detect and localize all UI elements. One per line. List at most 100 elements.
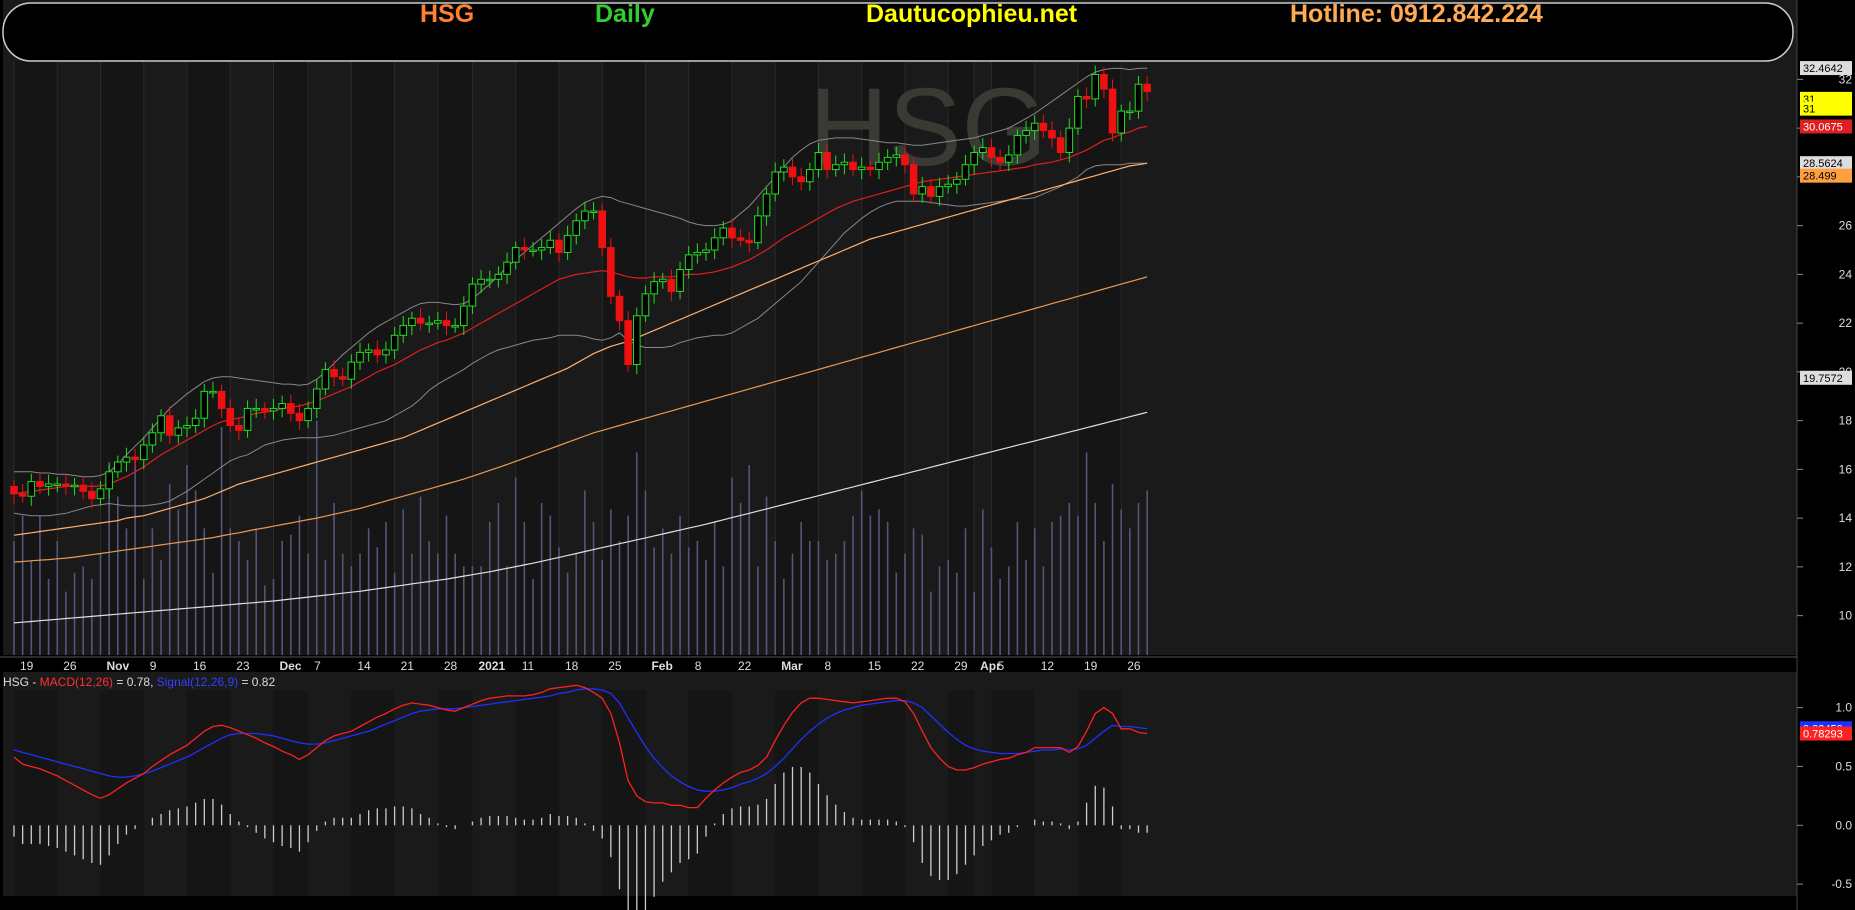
candle-body xyxy=(589,210,598,213)
candle-body xyxy=(321,368,330,390)
candle-body xyxy=(347,361,356,380)
date-band xyxy=(100,690,144,896)
candle-body xyxy=(771,171,780,195)
candle-body xyxy=(425,322,433,326)
date-tick-label: 26 xyxy=(63,659,77,673)
macd-legend-signal-value: = 0.82 xyxy=(238,675,276,689)
candle-body xyxy=(909,164,918,195)
price-tick-label: 10 xyxy=(1839,609,1853,623)
site-label: Dautucophieu.net xyxy=(866,0,1078,28)
date-band xyxy=(100,61,144,655)
candle-body xyxy=(382,349,390,356)
date-tick-label: 25 xyxy=(608,659,622,673)
candle-body xyxy=(1030,122,1039,132)
candle-body xyxy=(252,407,260,411)
symbol-label: HSG xyxy=(420,0,475,28)
candle-body xyxy=(944,183,953,188)
candle-body xyxy=(356,351,364,363)
price-marker-label: 19.7572 xyxy=(1803,373,1843,385)
candle-body xyxy=(754,215,762,244)
candle-body xyxy=(10,485,18,495)
candle-body xyxy=(1048,130,1056,139)
candle-body xyxy=(235,425,243,431)
date-band xyxy=(351,690,395,896)
macd-legend-prefix: HSG - xyxy=(3,675,40,689)
candle-body xyxy=(442,320,451,327)
date-tick-label: 19 xyxy=(20,659,34,673)
candle-body xyxy=(165,415,174,436)
candle-body xyxy=(1004,154,1013,163)
candle-body xyxy=(883,156,892,163)
date-band xyxy=(688,61,732,655)
date-tick-label: 8 xyxy=(824,659,831,673)
candle-body xyxy=(892,154,901,158)
macd-legend: HSG - MACD(12,26) = 0.78, Signal(12,26,9… xyxy=(3,675,275,689)
date-tick-label: 22 xyxy=(738,659,752,673)
candle-body xyxy=(987,147,996,158)
candle-body xyxy=(468,283,477,307)
candle-body xyxy=(831,164,840,171)
candle-body xyxy=(200,390,209,419)
macd-marker-label: 0.78293 xyxy=(1803,729,1843,741)
candle-body xyxy=(702,249,710,253)
candle-body xyxy=(581,210,589,222)
date-tick-label: 21 xyxy=(401,659,415,673)
date-tick-label: 2021 xyxy=(478,659,505,673)
price-tick-label: 12 xyxy=(1839,560,1853,574)
candle-body xyxy=(857,166,866,171)
date-tick-label: 12 xyxy=(1041,659,1055,673)
candle-body xyxy=(183,425,191,429)
date-tick-label: Nov xyxy=(107,659,130,673)
candle-body xyxy=(416,317,425,324)
macd-tick-label: 1.0 xyxy=(1835,701,1852,715)
date-band xyxy=(775,690,819,896)
candle-body xyxy=(191,417,200,426)
candle-body xyxy=(658,278,667,283)
price-marker-label: 28.499 xyxy=(1803,171,1837,183)
candle-body xyxy=(209,390,217,394)
candle-body xyxy=(44,483,53,487)
candle-body xyxy=(598,210,607,249)
candle-body xyxy=(1117,110,1126,134)
candle-body xyxy=(563,234,572,253)
candle-body xyxy=(122,456,131,463)
macd-legend-macd: MACD(12,26) xyxy=(39,675,114,689)
candle-body xyxy=(927,186,935,197)
candle-body xyxy=(304,407,312,422)
candle-body xyxy=(114,461,122,473)
candle-body xyxy=(901,154,909,166)
candle-body xyxy=(1126,110,1134,114)
candle-body xyxy=(148,432,157,446)
price-marker-label: 30.0675 xyxy=(1803,121,1843,133)
candle-body xyxy=(312,388,321,409)
candle-body xyxy=(477,278,485,285)
candle-body xyxy=(1100,74,1108,90)
candle-body xyxy=(243,407,252,431)
date-tick-label: 29 xyxy=(954,659,968,673)
candle-body xyxy=(520,247,529,251)
candle-body xyxy=(719,227,728,239)
candle-body xyxy=(88,490,96,500)
candle-body xyxy=(935,186,944,197)
candle-body xyxy=(53,483,62,486)
date-band xyxy=(1077,690,1122,896)
macd-legend-signal: Signal(12,26,9) xyxy=(156,675,239,689)
price-tick-label: 18 xyxy=(1839,414,1853,428)
candle-body xyxy=(814,152,823,171)
date-tick-label: 8 xyxy=(695,659,702,673)
candle-body xyxy=(918,186,927,195)
date-band xyxy=(187,690,231,896)
candle-body xyxy=(278,403,286,409)
date-tick-label: 19 xyxy=(1084,659,1098,673)
candle-body xyxy=(797,176,805,183)
date-tick-label: Dec xyxy=(280,659,302,673)
candle-body xyxy=(840,161,849,166)
candle-body xyxy=(451,325,459,328)
candle-body xyxy=(1065,127,1074,153)
date-tick-label: 5 xyxy=(997,659,1004,673)
candle-body xyxy=(1056,137,1065,153)
price-marker-label: 32.4642 xyxy=(1803,63,1843,75)
stock-chart: HSG 19 26 Nov 9 16 23 Dec 7 14 21 28 2021 11 18 25 Feb 8… xyxy=(0,0,1855,910)
date-band xyxy=(14,690,58,896)
candle-body xyxy=(390,334,399,351)
